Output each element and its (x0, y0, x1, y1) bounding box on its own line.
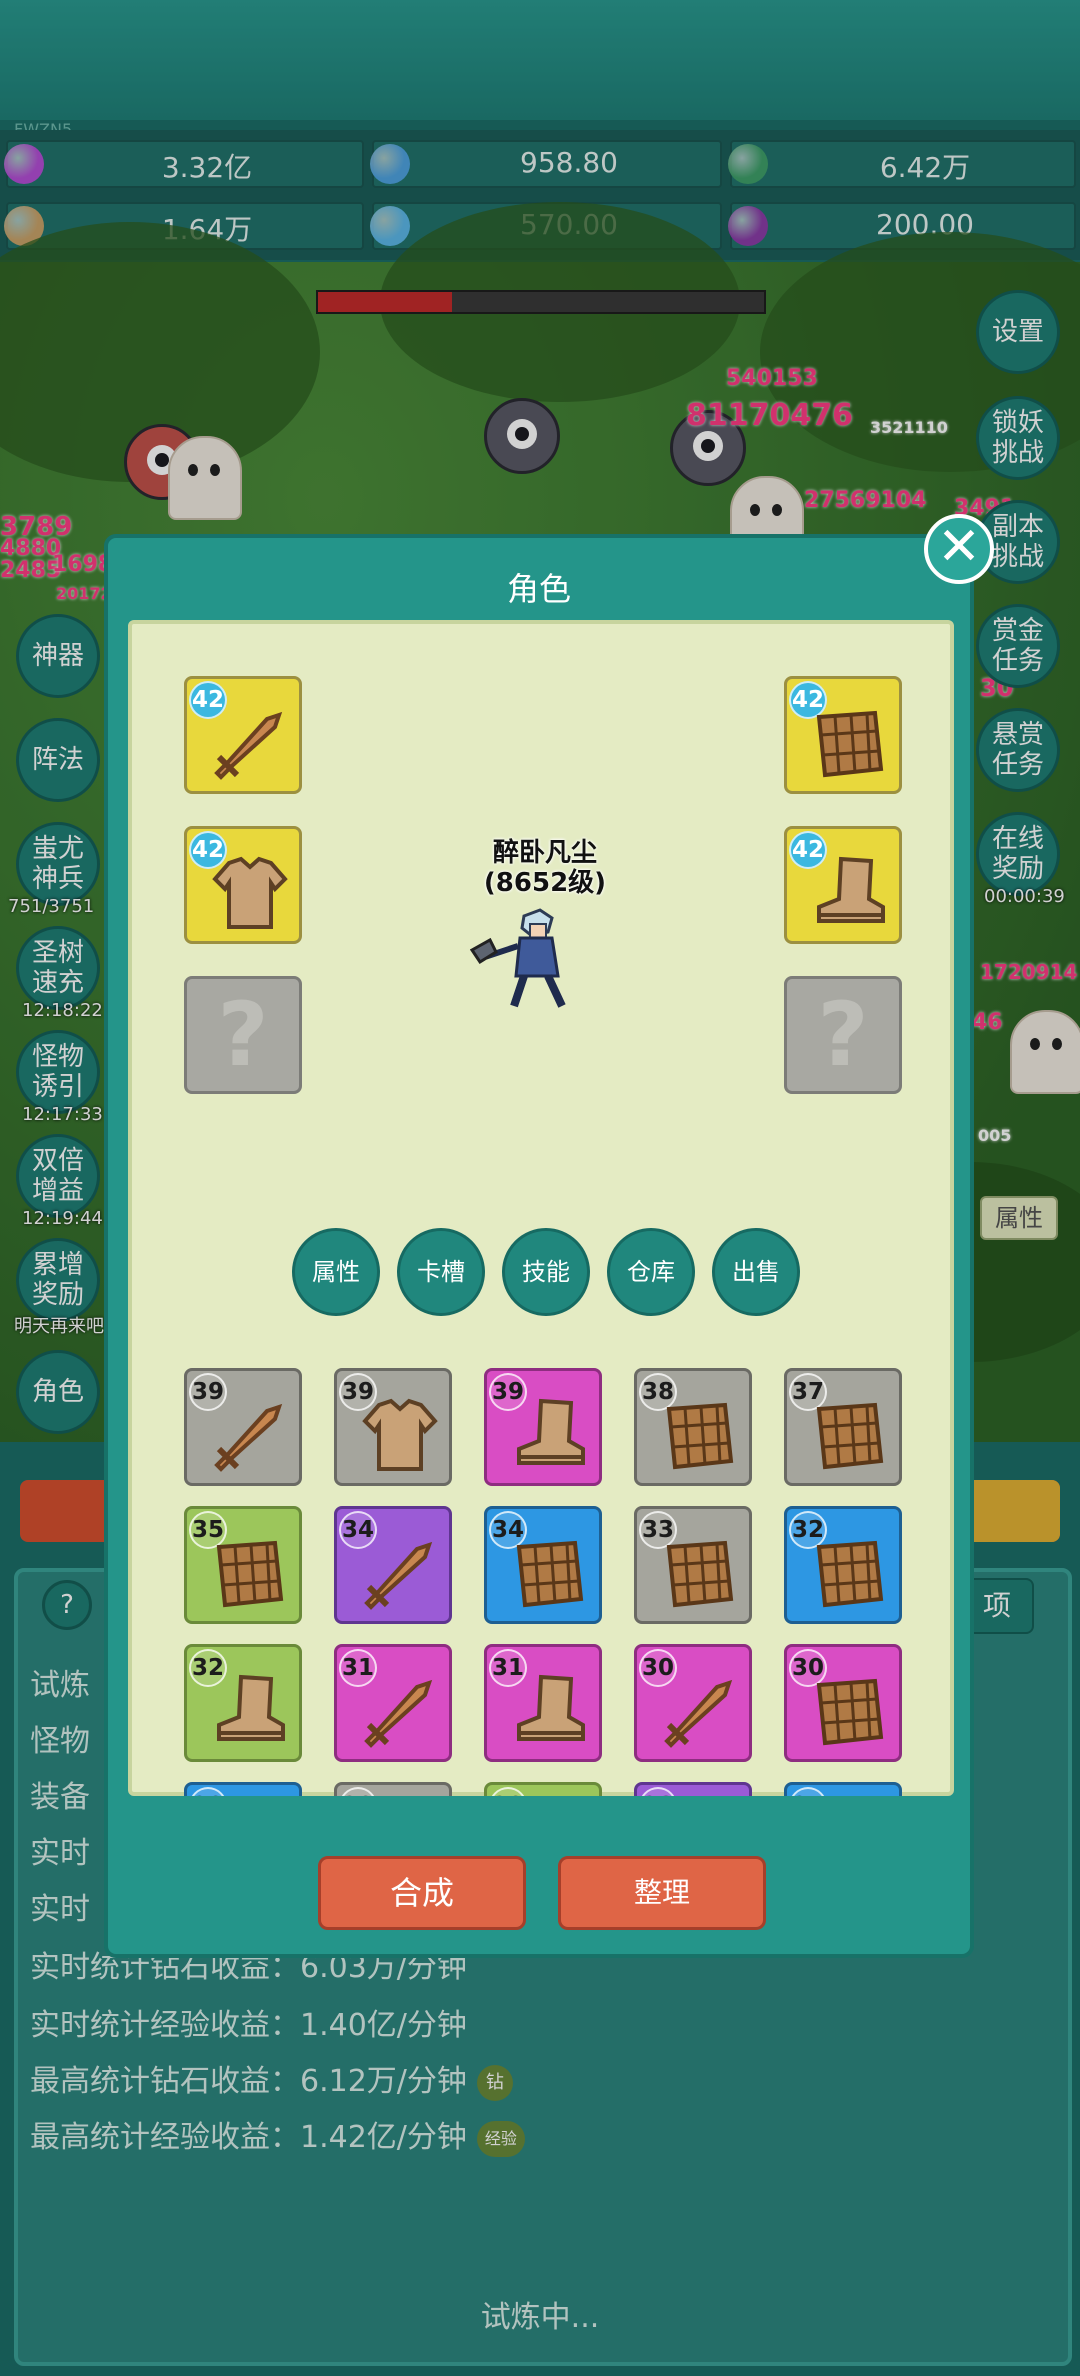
wooden-shield-icon (516, 1540, 584, 1608)
equip-slot-weapon[interactable]: 42 (184, 676, 302, 794)
tab-sell[interactable]: 出售 (712, 1228, 800, 1316)
item-level: 29 (489, 1787, 527, 1796)
character-nickname: 醉卧凡尘 (492, 838, 597, 868)
item-level: 28 (639, 1787, 677, 1796)
equip-slot-empty-left[interactable]: ? (184, 976, 302, 1094)
inventory-slot[interactable]: 29 (484, 1782, 602, 1796)
wooden-sword-icon (214, 1403, 283, 1472)
tab-card-slots[interactable]: 卡槽 (397, 1228, 485, 1316)
wooden-sword-icon (364, 1679, 433, 1748)
inventory-slot[interactable]: 35 (184, 1506, 302, 1624)
inventory-slot[interactable]: 33 (634, 1506, 752, 1624)
synthesize-button[interactable]: 合成 (318, 1856, 526, 1930)
question-mark-icon: ? (217, 983, 269, 1086)
close-icon[interactable]: ✕ (924, 514, 994, 584)
character-name: 醉卧凡尘 (8652级) (132, 838, 958, 898)
modal-title: 角色 (506, 570, 571, 608)
inventory-slot[interactable]: 30 (634, 1644, 752, 1762)
wooden-shield-icon (816, 1540, 884, 1608)
inventory-slot[interactable]: 38 (634, 1368, 752, 1486)
organize-button[interactable]: 整理 (558, 1856, 766, 1930)
tab-skills[interactable]: 技能 (502, 1228, 590, 1316)
inventory-slot[interactable]: 31 (334, 1644, 452, 1762)
leather-boots-icon (217, 1674, 285, 1741)
wooden-shield-icon (666, 1540, 734, 1608)
inventory-slot[interactable]: 29 (184, 1782, 302, 1796)
question-mark-icon: ? (817, 983, 869, 1086)
character-panel: 42 42 42 42 ? ? 醉卧凡尘 (8652级) 属性 卡槽 技能 仓库… (128, 620, 954, 1796)
wooden-shield-icon (666, 1402, 734, 1470)
wooden-shield-icon (816, 710, 884, 778)
inventory-slot[interactable]: 27 (784, 1782, 902, 1796)
item-level: 29 (189, 1787, 227, 1796)
inventory-area: 42 42 42 42 ? ? 醉卧凡尘 (8652级) 属性 卡槽 技能 仓库… (132, 624, 958, 1796)
item-level: 29 (339, 1787, 377, 1796)
leather-boots-icon (517, 1674, 585, 1741)
character-level: (8652级) (483, 868, 607, 898)
tab-warehouse[interactable]: 仓库 (607, 1228, 695, 1316)
inventory-slot[interactable]: 28 (634, 1782, 752, 1796)
wooden-shield-icon (816, 1678, 884, 1746)
equip-slot-empty-right[interactable]: ? (784, 976, 902, 1094)
wooden-sword-icon (664, 1679, 733, 1748)
character-sprite (470, 908, 566, 1008)
leather-boots-icon (517, 1398, 585, 1465)
wooden-sword-icon (214, 711, 283, 780)
tab-attributes[interactable]: 属性 (292, 1228, 380, 1316)
inventory-slot[interactable]: 39 (184, 1368, 302, 1486)
inventory-slot[interactable]: 34 (334, 1506, 452, 1624)
item-level: 27 (789, 1787, 827, 1796)
inventory-slot[interactable]: 34 (484, 1506, 602, 1624)
wooden-sword-icon (364, 1541, 433, 1610)
inventory-slot[interactable]: 29 (334, 1782, 452, 1796)
wooden-shield-icon (816, 1402, 884, 1470)
inventory-slot[interactable]: 39 (334, 1368, 452, 1486)
inventory-slot[interactable]: 32 (784, 1506, 902, 1624)
character-modal: 角色 42 42 42 42 ? ? 醉卧凡尘 (8652级) 属性 卡槽 技能… (104, 534, 974, 1958)
inventory-slot[interactable]: 37 (784, 1368, 902, 1486)
leather-shirt-icon (362, 1398, 438, 1471)
inventory-slot[interactable]: 32 (184, 1644, 302, 1762)
inventory-slot[interactable]: 31 (484, 1644, 602, 1762)
equip-slot-armor[interactable]: 42 (784, 676, 902, 794)
inventory-slot[interactable]: 30 (784, 1644, 902, 1762)
inventory-slot[interactable]: 39 (484, 1368, 602, 1486)
wooden-shield-icon (216, 1540, 284, 1608)
